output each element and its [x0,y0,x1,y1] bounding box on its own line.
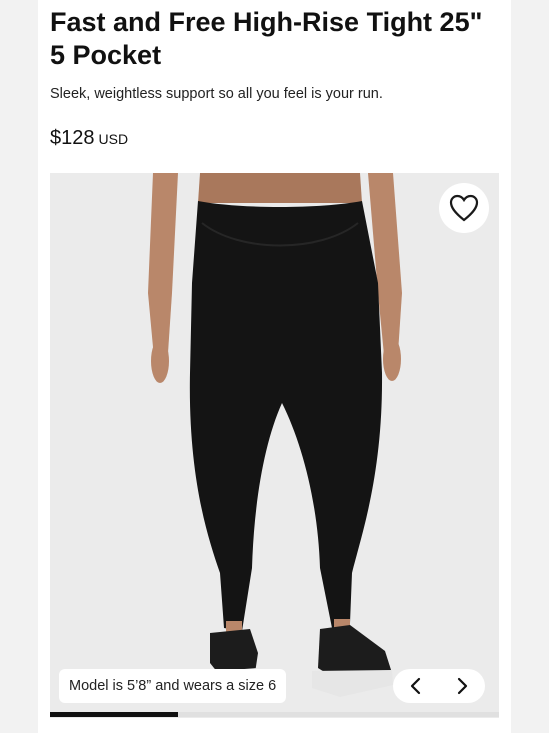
product-price: $128 USD [50,127,128,150]
chevron-left-icon [410,677,421,695]
product-page: Fast and Free High-Rise Tight 25" 5 Pock… [38,0,511,733]
product-photo [50,173,499,718]
price-amount: $128 [50,127,95,149]
product-title-line-2: 5 Pocket [50,40,162,70]
product-title: Fast and Free High-Rise Tight 25" 5 Pock… [50,6,500,72]
product-image-gallery[interactable]: Model is 5’8” and wears a size 6 [50,173,499,718]
gallery-navigation [393,669,485,703]
previous-image-button[interactable] [399,669,433,703]
gallery-progress-bar [50,712,499,717]
price-currency: USD [98,131,129,147]
model-size-caption: Model is 5’8” and wears a size 6 [59,669,287,703]
model-size-caption-text: Model is 5’8” and wears a size 6 [69,678,277,694]
heart-outline-icon [449,194,479,222]
product-title-line-1: Fast and Free High-Rise Tight 25" [50,7,483,37]
favorite-button[interactable] [439,183,489,233]
next-image-button[interactable] [445,669,479,703]
product-subtitle: Sleek, weightless support so all you fee… [50,86,383,102]
chevron-right-icon [457,677,468,695]
gallery-progress-fill [50,712,178,717]
